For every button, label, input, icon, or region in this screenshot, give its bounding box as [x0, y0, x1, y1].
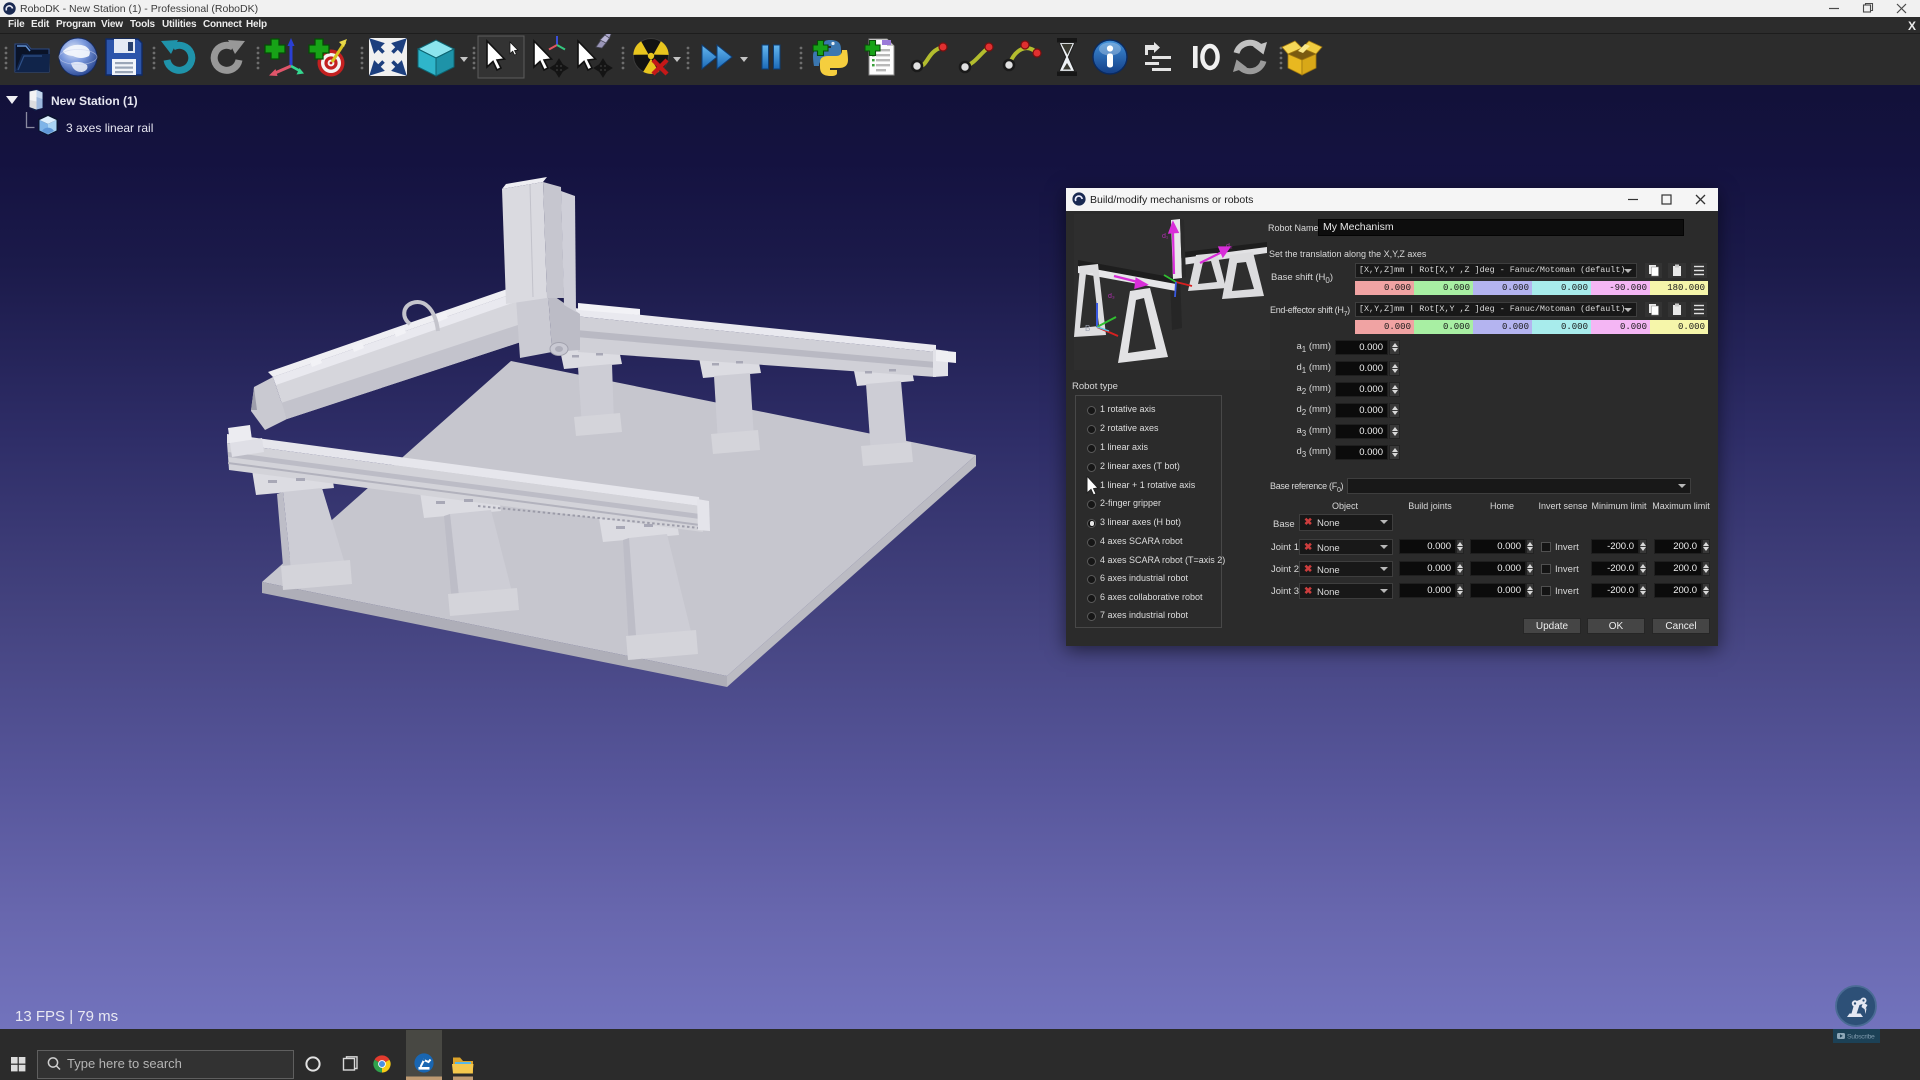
svg-text:B: B: [1085, 324, 1090, 333]
svg-text:d₃: d₃: [1108, 293, 1115, 300]
svg-text:d₂: d₂: [1226, 243, 1233, 250]
svg-text:d₁: d₁: [1162, 233, 1169, 240]
svg-text:Subscribe: Subscribe: [1847, 1034, 1875, 1041]
